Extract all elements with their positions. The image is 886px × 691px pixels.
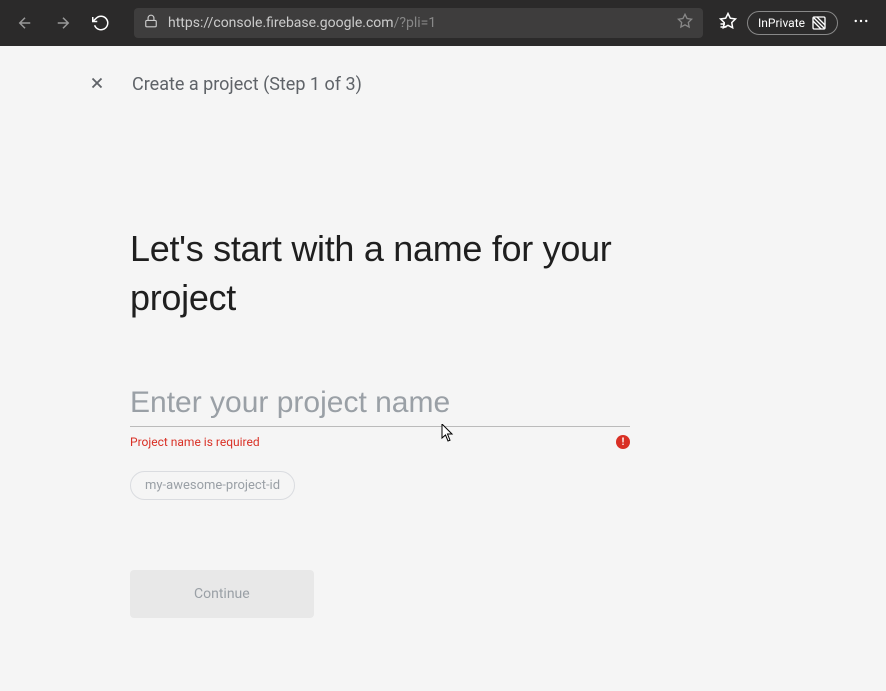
wizard-body: Let's start with a name for your project… xyxy=(0,115,760,618)
page-heading: Let's start with a name for your project xyxy=(130,225,630,322)
project-name-field: Project name is required ! xyxy=(130,384,630,449)
address-bar[interactable]: https://console.firebase.google.com/?pli… xyxy=(134,8,703,38)
forward-button xyxy=(48,8,78,38)
browser-toolbar: https://console.firebase.google.com/?pli… xyxy=(0,0,886,46)
error-message: Project name is required xyxy=(130,435,260,449)
favorite-star-icon[interactable] xyxy=(677,13,693,33)
favorites-icon[interactable] xyxy=(719,12,737,34)
close-icon[interactable] xyxy=(88,74,106,96)
input-error-row: Project name is required ! xyxy=(130,435,630,449)
lock-icon xyxy=(144,14,158,32)
refresh-button[interactable] xyxy=(86,8,116,38)
more-menu-icon[interactable] xyxy=(852,12,870,34)
error-icon: ! xyxy=(616,435,630,449)
inprivate-badge[interactable]: InPrivate xyxy=(747,11,838,35)
continue-button[interactable]: Continue xyxy=(130,570,314,618)
wizard-step-title: Create a project (Step 1 of 3) xyxy=(132,74,362,95)
page-content: Create a project (Step 1 of 3) Let's sta… xyxy=(0,46,886,618)
inprivate-label: InPrivate xyxy=(758,16,805,30)
back-button xyxy=(10,8,40,38)
url-text: https://console.firebase.google.com/?pli… xyxy=(168,15,667,31)
project-name-input[interactable] xyxy=(130,384,630,427)
wizard-header: Create a project (Step 1 of 3) xyxy=(0,46,886,115)
inprivate-icon xyxy=(811,15,827,31)
project-id-chip: my-awesome-project-id xyxy=(130,471,295,500)
